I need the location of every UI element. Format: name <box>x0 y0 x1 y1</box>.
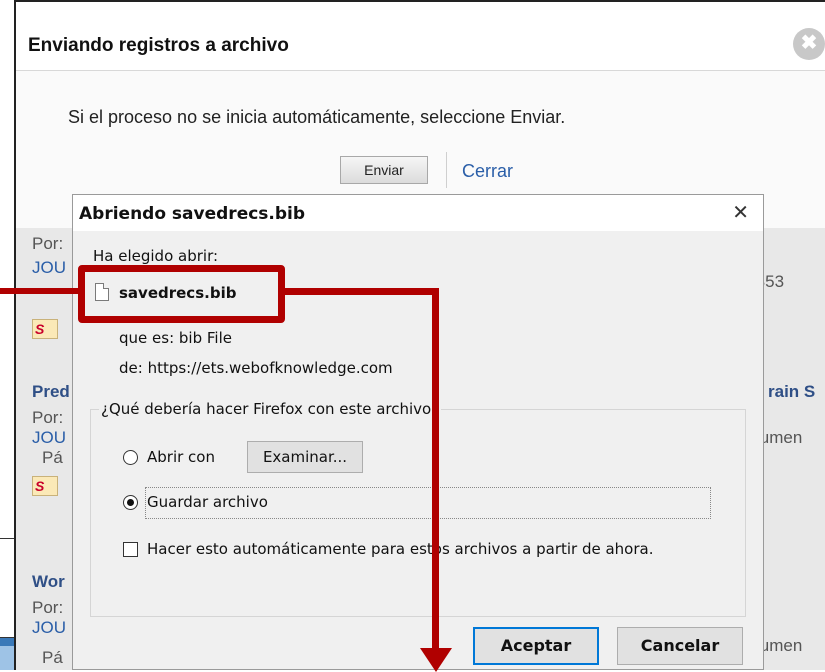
result-pages-label: Pá <box>42 448 63 467</box>
sfx-badge-icon[interactable]: S <box>32 476 58 496</box>
close-icon[interactable]: ✖ <box>793 28 825 60</box>
result-journal-link[interactable]: JOU <box>32 258 66 278</box>
result-journal-link[interactable]: JOU <box>32 618 66 638</box>
close-icon[interactable]: ✕ <box>732 200 749 224</box>
open-with-label[interactable]: Abrir con <box>147 448 215 466</box>
result-author-label: Por: <box>32 234 64 253</box>
annotation-arrow-head <box>420 648 452 672</box>
save-file-radio[interactable] <box>123 495 138 510</box>
modal-header: Enviando registros a archivo ✖ <box>16 2 825 71</box>
file-type-line: que es: bib File <box>119 329 232 347</box>
modal-title: Enviando registros a archivo <box>28 35 289 56</box>
annotation-arrow-down <box>432 288 439 648</box>
chosen-label: Ha elegido abrir: <box>93 247 219 265</box>
sfx-badge-icon[interactable]: S <box>32 319 58 339</box>
accept-button[interactable]: Aceptar <box>473 627 599 665</box>
file-source-line: de: https://ets.webofknowledge.com <box>119 359 393 377</box>
result-author-label: Por: <box>32 408 64 427</box>
save-file-label[interactable]: Guardar archivo <box>147 493 268 511</box>
button-separator <box>446 152 447 188</box>
close-link[interactable]: Cerrar <box>462 161 513 182</box>
dialog-titlebar: Abriendo savedrecs.bib ✕ <box>73 195 763 231</box>
result-title-link[interactable]: Pred <box>32 382 70 402</box>
annotation-highlight-box <box>78 265 285 323</box>
annotation-arrow-horizontal <box>284 288 439 295</box>
result-title-link-right[interactable]: rain S <box>768 382 815 402</box>
action-question: ¿Qué debería hacer Firefox con este arch… <box>99 400 442 418</box>
auto-label[interactable]: Hacer esto automáticamente para estos ar… <box>147 540 653 558</box>
result-journal-link[interactable]: JOU <box>32 428 66 448</box>
dialog-title: Abriendo savedrecs.bib <box>79 204 306 224</box>
auto-checkbox[interactable] <box>123 542 138 557</box>
result-title-link[interactable]: Wor <box>32 572 65 592</box>
open-with-radio[interactable] <box>123 450 138 465</box>
browse-button[interactable]: Examinar... <box>247 441 363 473</box>
send-button[interactable]: Enviar <box>340 156 428 184</box>
result-pages-label: Pá <box>42 648 63 667</box>
modal-message: Si el proceso no se inicia automáticamen… <box>68 107 566 127</box>
result-author-label: Por: <box>32 598 64 617</box>
annotation-arrow-left <box>0 288 80 294</box>
cancel-button[interactable]: Cancelar <box>617 627 743 665</box>
